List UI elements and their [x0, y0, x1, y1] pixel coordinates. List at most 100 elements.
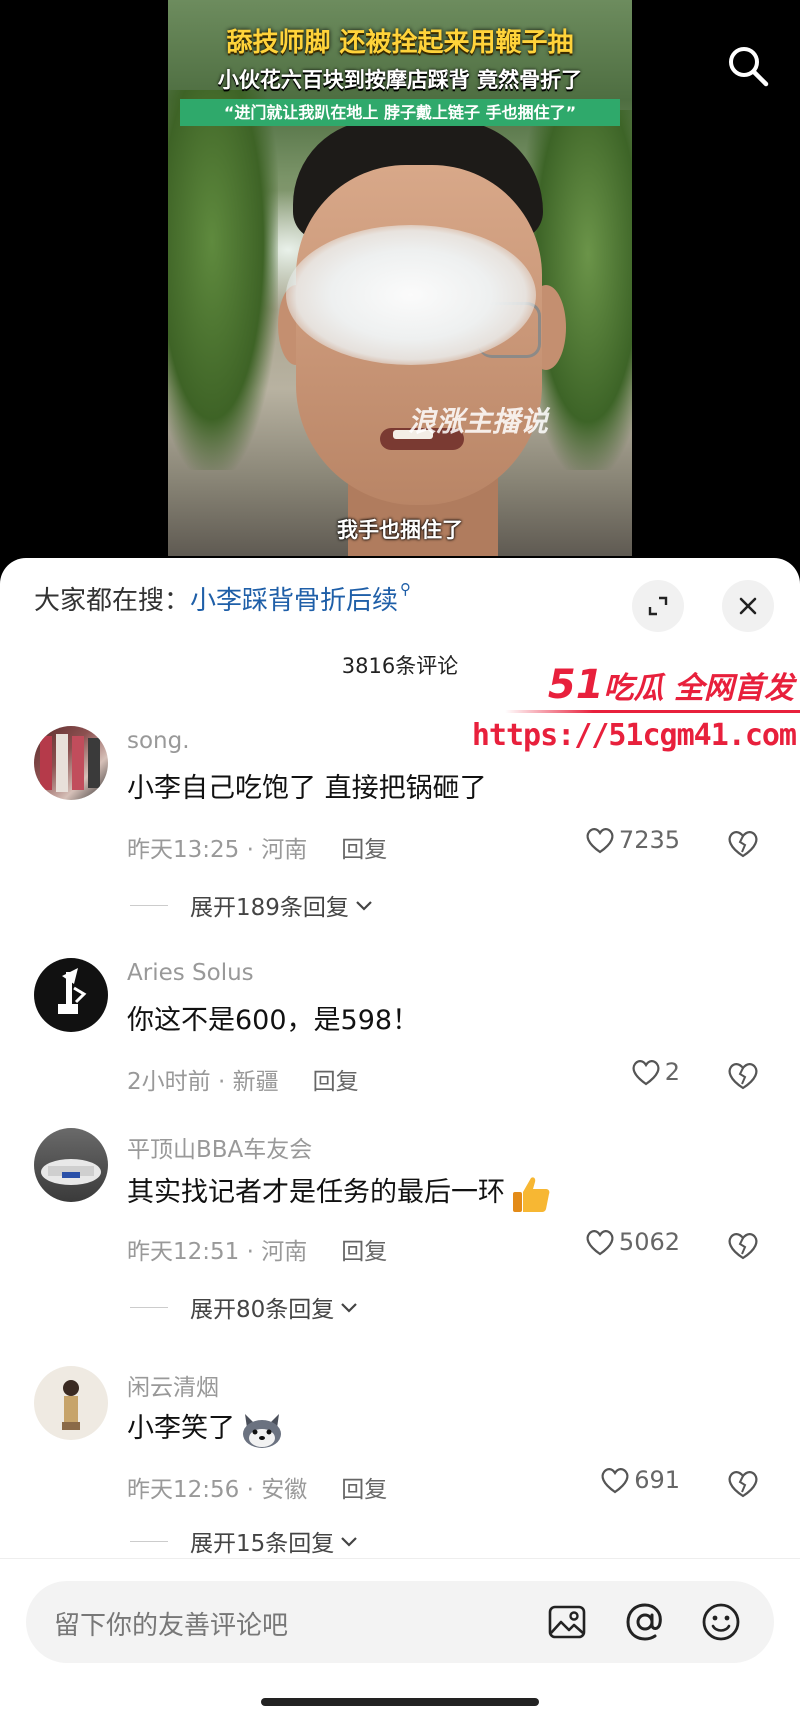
mention-button[interactable]	[624, 1601, 666, 1643]
heart-icon	[601, 1468, 629, 1494]
like-count: 691	[634, 1466, 680, 1494]
trending-search-label: 大家都在搜：	[34, 586, 191, 616]
avatar-image	[58, 968, 87, 1014]
broken-heart-icon	[728, 1233, 758, 1260]
comment-input[interactable]: 留下你的友善评论吧	[26, 1581, 774, 1663]
chevron-down-icon	[356, 901, 372, 911]
like-button[interactable]: 7235	[585, 826, 680, 854]
comment-input-bar: 留下你的友善评论吧	[0, 1558, 800, 1716]
reply-button[interactable]: 回复	[341, 1239, 387, 1265]
comment-text: 小李自己吃饱了 直接把锅砸了	[127, 773, 487, 804]
avatar-image	[41, 1159, 101, 1185]
heart-icon	[586, 1230, 614, 1256]
avatar[interactable]	[34, 726, 108, 800]
expand-icon	[648, 596, 668, 616]
broken-heart-icon	[728, 831, 758, 858]
reply-button[interactable]: 回复	[341, 837, 387, 863]
expand-divider	[130, 1306, 168, 1308]
comment-time: 昨天12:56	[127, 1477, 240, 1503]
home-indicator[interactable]	[261, 1698, 539, 1706]
avatar[interactable]	[34, 958, 108, 1032]
comment-text: 小李笑了	[127, 1406, 285, 1450]
expand-replies-label: 展开189条回复	[190, 895, 349, 921]
background-trees	[168, 90, 278, 470]
reply-button[interactable]: 回复	[341, 1477, 387, 1503]
comment-text-body: 小李笑了	[127, 1413, 235, 1444]
comment-sheet: 大家都在搜：小李踩背骨折后续 ⚲ 3816条评论 51吃瓜 全网首发 https:…	[0, 558, 800, 1716]
video-headline: 舔技师脚 还被拴起来用鞭子抽	[226, 28, 574, 58]
like-button[interactable]: 691	[600, 1466, 680, 1494]
like-button[interactable]: 5062	[585, 1228, 680, 1256]
video-subtitle: 我手也捆住了	[337, 518, 463, 542]
comment-meta: 2小时前 · 新疆 回复	[127, 1069, 359, 1095]
comment-input-placeholder: 留下你的友善评论吧	[54, 1611, 289, 1641]
avatar-image	[62, 1380, 80, 1430]
comment-time: 2小时前	[127, 1069, 211, 1095]
expand-divider	[130, 904, 168, 906]
comment-text: 你这不是600，是598！	[127, 1005, 420, 1036]
promo-brand-text: 吃瓜 全网首发	[603, 671, 794, 706]
like-count: 5062	[618, 1228, 680, 1256]
comment-location: 新疆	[232, 1069, 279, 1095]
chevron-down-icon	[341, 1303, 358, 1313]
chevron-down-icon	[341, 1537, 358, 1547]
close-icon	[739, 597, 757, 615]
avatar[interactable]	[34, 1366, 108, 1440]
trending-search-term[interactable]: 小李踩背骨折后续	[190, 586, 398, 616]
avatar[interactable]	[34, 1128, 108, 1202]
promo-brand-number: 51	[547, 662, 604, 708]
comment-username[interactable]: Aries Solus	[127, 960, 254, 986]
like-count: 7235	[618, 826, 680, 854]
like-button[interactable]: 2	[631, 1058, 680, 1086]
comment-meta: 昨天12:56 · 安徽 回复	[127, 1477, 388, 1503]
close-sheet-button[interactable]	[722, 580, 774, 632]
comment-meta: 昨天12:51 · 河南 回复	[127, 1239, 388, 1265]
comment-text: 其实找记者才是任务的最后一环	[127, 1170, 553, 1216]
thumbs-up-emoji-icon	[513, 1176, 550, 1212]
search-button[interactable]	[724, 42, 772, 90]
dislike-button[interactable]	[726, 1230, 760, 1264]
promo-brand: 51吃瓜 全网首发	[548, 662, 794, 708]
trending-search[interactable]: 大家都在搜：小李踩背骨折后续 ⚲	[34, 580, 411, 620]
expand-replies[interactable]: 展开80条回复	[130, 1290, 360, 1324]
expand-replies[interactable]: 展开189条回复	[130, 888, 375, 922]
comment-username[interactable]: 闲云清烟	[127, 1368, 219, 1402]
promo-line	[505, 710, 800, 713]
comment-text-body: 其实找记者才是任务的最后一环	[127, 1177, 505, 1208]
husky-emoji-icon	[243, 1413, 281, 1448]
video-player[interactable]: 浪涨主播说 舔技师脚 还被拴起来用鞭子抽 小伙花六百块到按摩店踩背 竟然骨折了 …	[168, 0, 632, 556]
promo-watermark: 51吃瓜 全网首发 https://51cgm41.com	[472, 658, 800, 768]
dislike-button[interactable]	[726, 1060, 760, 1094]
expand-sheet-button[interactable]	[632, 580, 684, 632]
comment-time: 昨天12:51	[127, 1239, 240, 1265]
reply-button[interactable]: 回复	[313, 1069, 359, 1095]
video-watermark: 浪涨主播说	[408, 405, 549, 438]
expand-divider	[130, 1540, 168, 1542]
emoji-button[interactable]	[700, 1601, 742, 1643]
comment-location: 河南	[261, 1239, 308, 1265]
at-icon	[626, 1603, 662, 1641]
comment-time: 昨天13:25	[127, 837, 240, 863]
image-icon	[548, 1605, 586, 1639]
dislike-button[interactable]	[726, 828, 760, 862]
video-subheadline: 小伙花六百块到按摩店踩背 竟然骨折了	[217, 68, 583, 92]
search-small-icon: ⚲	[400, 580, 412, 598]
expand-replies[interactable]: 展开15条回复	[130, 1524, 360, 1558]
search-icon	[729, 47, 769, 87]
comment-username[interactable]: 平顶山BBA车友会	[127, 1130, 312, 1164]
like-count: 2	[664, 1058, 680, 1086]
image-button[interactable]	[546, 1601, 588, 1643]
comment-location: 安徽	[261, 1477, 308, 1503]
avatar-image	[40, 734, 100, 792]
expand-replies-label: 展开80条回复	[190, 1297, 335, 1323]
comment-meta: 昨天13:25 · 河南 回复	[127, 837, 388, 863]
broken-heart-icon	[728, 1063, 758, 1090]
video-quote-banner: “进门就让我趴在地上 脖子戴上链子 手也捆住了”	[180, 99, 620, 126]
comment-username[interactable]: song.	[127, 728, 190, 754]
heart-icon	[632, 1060, 660, 1086]
promo-url: https://51cgm41.com	[471, 718, 797, 753]
heart-icon	[586, 828, 614, 854]
expand-replies-label: 展开15条回复	[190, 1531, 335, 1557]
dislike-button[interactable]	[726, 1468, 760, 1502]
comment-location: 河南	[261, 837, 308, 863]
